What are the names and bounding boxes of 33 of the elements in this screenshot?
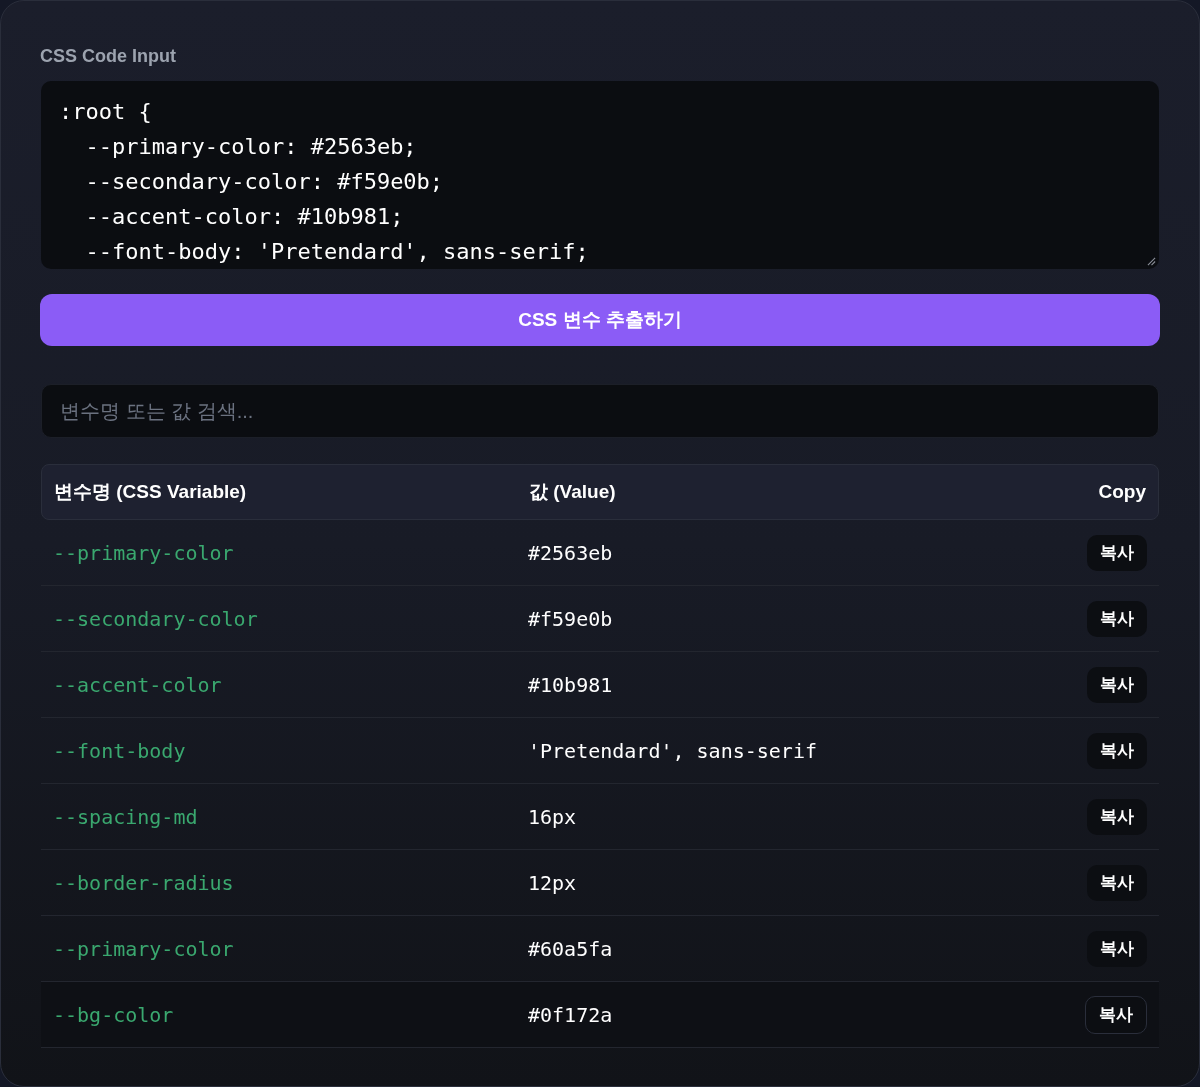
variable-value-cell-text: #0f172a — [528, 1001, 613, 1029]
variable-name-cell-text: --accent-color — [53, 671, 222, 699]
variable-name-cell-text: --bg-color — [53, 1001, 174, 1029]
column-header: 변수명 (CSS Variable) — [54, 479, 247, 504]
copy-button[interactable]: 복사 — [1087, 930, 1147, 967]
copy-button[interactable]: 복사 — [1087, 798, 1147, 835]
resize-grip-icon[interactable] — [1147, 257, 1156, 266]
css-code-field[interactable]: :root { --primary-color: #2563eb; --secondary-color: #f59e0b; --accent-color: #10b981; --font-body: 'Pretendard', sans-serif; — [41, 81, 1159, 269]
variable-name-cell-text: --font-body — [53, 737, 186, 765]
variable-value-cell-text: #f59e0b — [528, 605, 613, 633]
copy-button[interactable]: 복사 — [1087, 666, 1147, 703]
copy-button[interactable]: 복사 — [1087, 600, 1147, 637]
variable-value-cell-text: 12px — [528, 869, 577, 897]
extract-button[interactable]: CSS 변수 추출하기 — [40, 294, 1160, 346]
column-header: Copy — [1098, 479, 1146, 504]
variable-name-cell-text: --spacing-md — [53, 803, 198, 831]
search-field[interactable]: 변수명 또는 값 검색... — [41, 384, 1159, 438]
copy-button[interactable]: 복사 — [1087, 864, 1147, 901]
input-label: CSS Code Input — [40, 45, 176, 68]
variable-value-cell-text: 16px — [528, 803, 577, 831]
copy-button[interactable]: 복사 — [1087, 732, 1147, 769]
css-code-text: :root { --primary-color: #2563eb; --secondary-color: #f59e0b; --accent-color: #10b981; --font-body: 'Pretendard', sans-serif; — [59, 99, 589, 264]
variable-name-cell-text: --primary-color — [53, 539, 234, 567]
variable-value-cell-text: 'Pretendard', sans-serif — [528, 737, 817, 765]
variable-name-cell-text: --border-radius — [53, 869, 234, 897]
variable-value-cell-text: #10b981 — [528, 671, 613, 699]
variable-name-cell-text: --secondary-color — [53, 605, 258, 633]
variable-value-cell-text: #2563eb — [528, 539, 613, 567]
copy-button[interactable]: 복사 — [1087, 534, 1147, 571]
column-header: 값 (Value) — [529, 479, 616, 504]
copy-button[interactable]: 복사 — [1085, 995, 1147, 1034]
variable-name-cell-text: --primary-color — [53, 935, 234, 963]
variable-value-cell-text: #60a5fa — [528, 935, 613, 963]
